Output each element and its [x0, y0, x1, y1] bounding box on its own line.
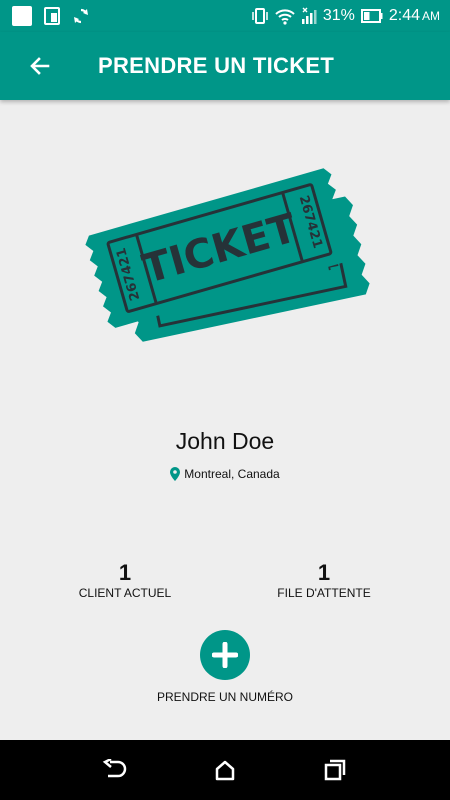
- location-text: Montreal, Canada: [184, 467, 280, 481]
- plus-icon: [212, 642, 238, 668]
- status-right: 31% 2:44 AM: [251, 7, 440, 25]
- nav-back-button[interactable]: [95, 750, 135, 790]
- vibrate-icon: [251, 7, 269, 25]
- sim-card-icon: [44, 7, 60, 25]
- page-title: PRENDRE UN TICKET: [98, 53, 335, 78]
- status-bar: 31% 2:44 AM: [0, 0, 450, 32]
- current-client-stat: 1 CLIENT ACTUEL: [35, 560, 215, 600]
- ticket-illustration: 21 TICKET 267421 267421: [80, 160, 370, 360]
- wifi-icon: [275, 7, 295, 25]
- queue-stat: 1 FILE D'ATTENTE: [234, 560, 414, 600]
- current-client-value: 1: [118, 560, 132, 585]
- status-left: [12, 6, 90, 26]
- arrow-back-icon: [30, 57, 50, 75]
- back-icon: [102, 759, 127, 778]
- queue-label: FILE D'ATTENTE: [277, 586, 371, 600]
- signal-icon: [301, 7, 317, 25]
- notification-app-icon: [12, 6, 32, 26]
- battery-percent: 31%: [322, 7, 355, 24]
- nav-home-button[interactable]: [205, 750, 245, 790]
- system-nav-bar: [0, 740, 450, 800]
- user-name: John Doe: [175, 428, 275, 454]
- location-pin-icon: [170, 467, 181, 481]
- sync-icon: [72, 7, 90, 25]
- take-number-label: PRENDRE UN NUMÉRO: [156, 690, 293, 704]
- home-icon: [215, 760, 235, 781]
- clock-ampm: AM: [422, 9, 440, 23]
- back-button[interactable]: [20, 46, 60, 86]
- app-bar: PRENDRE UN TICKET: [0, 32, 450, 100]
- clock-time: 2:44: [388, 7, 420, 24]
- recents-icon: [324, 759, 346, 781]
- battery-icon: [360, 9, 383, 23]
- user-location: Montreal, Canada: [0, 467, 450, 481]
- clock: 2:44 AM: [389, 7, 440, 25]
- take-number-button[interactable]: [200, 630, 250, 680]
- nav-recents-button[interactable]: [315, 750, 355, 790]
- current-client-label: CLIENT ACTUEL: [78, 586, 172, 600]
- queue-value: 1: [317, 560, 331, 585]
